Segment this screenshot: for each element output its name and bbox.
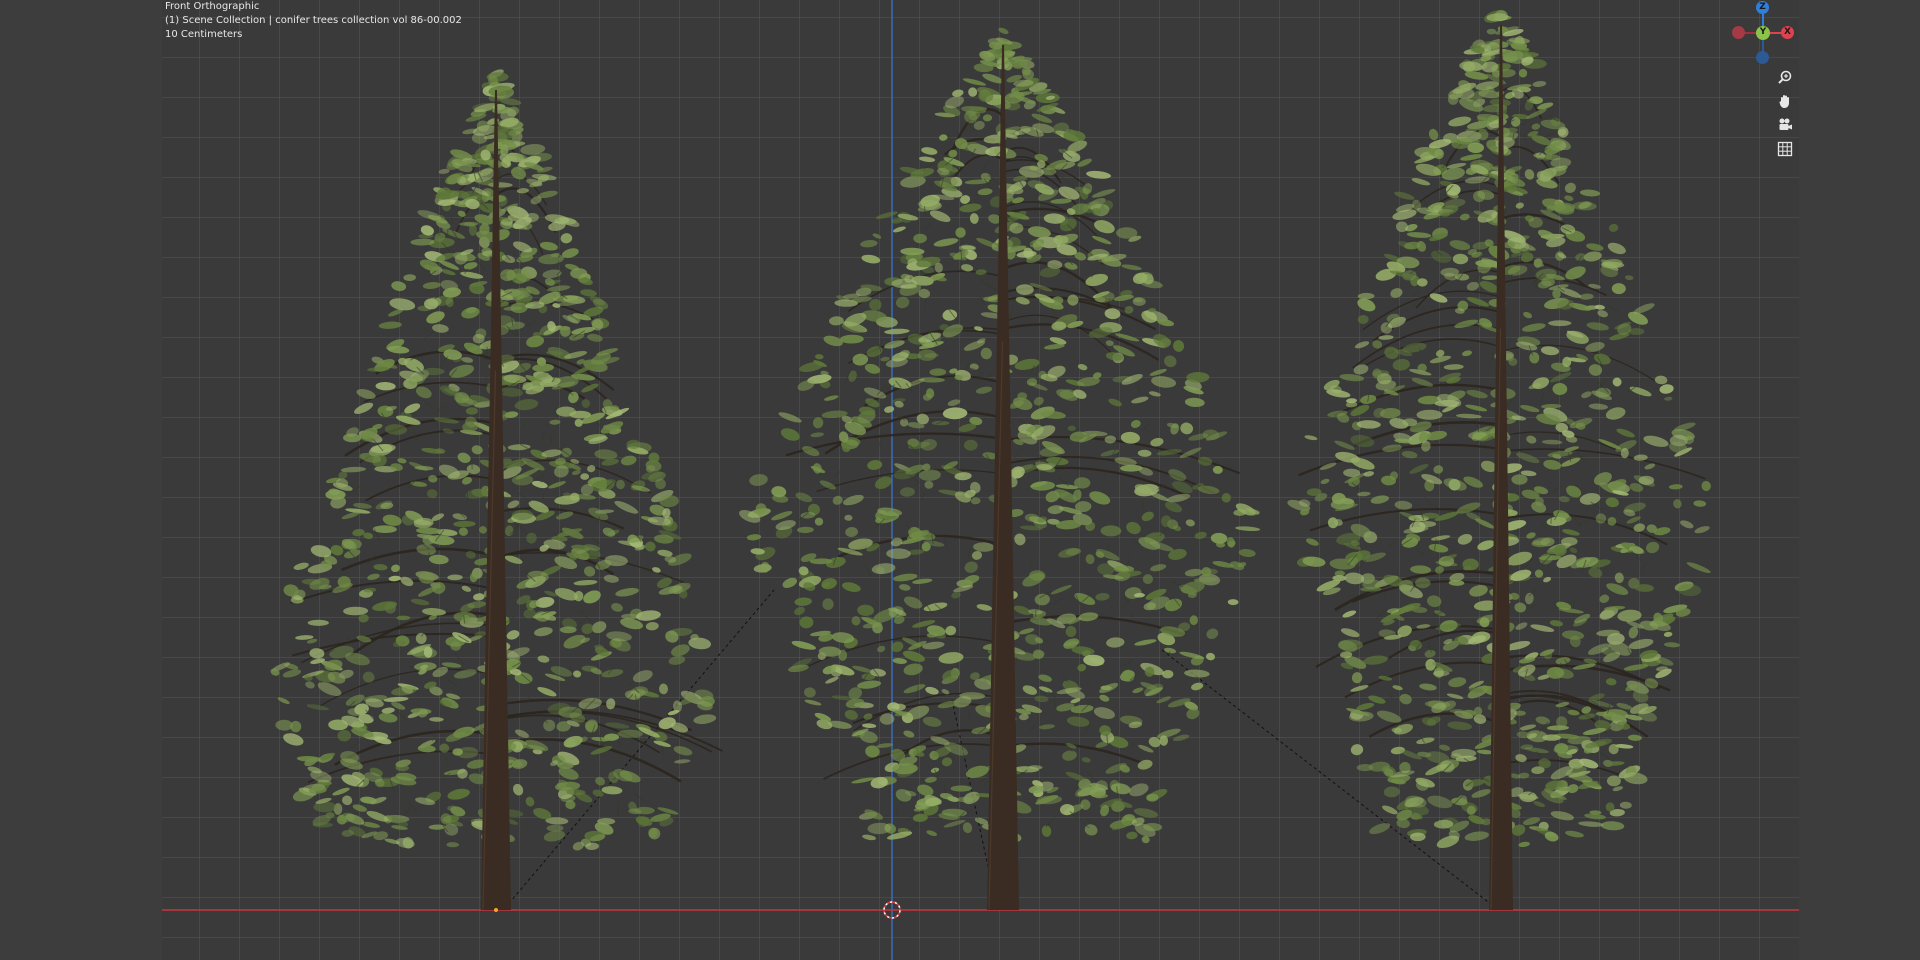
navigation-gizmo[interactable]: Z X Y [1730,0,1794,66]
gizmo-neg-z-ball[interactable] [1756,51,1769,64]
ortho-grid-icon [1777,141,1793,157]
viewport-collection-info: (1) Scene Collection | conifer trees col… [165,15,462,26]
gizmo-x-ball[interactable]: X [1781,26,1794,39]
viewport-view-name: Front Orthographic [165,1,260,12]
scene-canvas[interactable] [162,0,1799,960]
left-margin [0,0,162,960]
viewport-grid-scale: 10 Centimeters [165,29,243,40]
conifer-tree-left[interactable] [269,68,724,911]
gizmo-y-ball[interactable]: Y [1756,26,1770,40]
conifer-tree-right[interactable] [1286,8,1712,911]
right-margin [1799,0,1920,960]
gizmo-z-ball[interactable]: Z [1756,1,1769,14]
pan-hand-icon [1779,95,1789,108]
zoom-icon [1778,70,1792,84]
conifer-tree-middle[interactable] [737,26,1261,911]
ortho-toggle-button[interactable] [1774,138,1796,160]
zoom-button[interactable] [1774,66,1796,88]
relation-line-2 [1161,649,1493,906]
camera-view-button[interactable] [1774,114,1796,136]
3d-viewport[interactable] [162,0,1799,960]
pan-button[interactable] [1774,90,1796,112]
object-origin-dot[interactable] [494,908,498,912]
camera-view-icon [1779,118,1792,130]
gizmo-neg-x-ball[interactable] [1732,26,1745,39]
